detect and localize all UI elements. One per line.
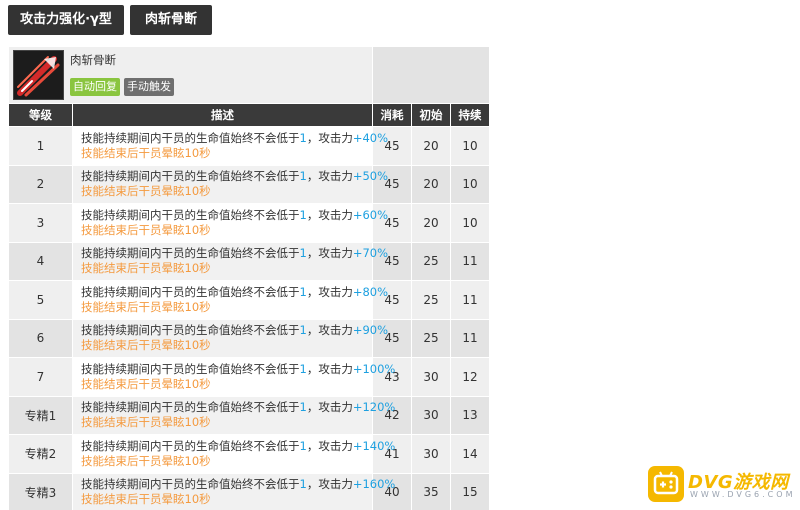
initial-cell: 20 [411,164,451,204]
col-initial: 初始 [411,103,451,127]
tab-attack-up-gamma[interactable]: 攻击力强化·γ型 [8,5,124,35]
initial-cell: 20 [411,203,451,243]
duration-cell: 13 [450,395,490,435]
gamepad-icon [648,466,684,502]
watermark: DVG游戏网 WWW.DVG6.COM [648,466,798,506]
initial-cell: 30 [411,395,451,435]
initial-cell: 25 [411,241,451,281]
level-cell: 专精3 [8,472,73,510]
table-row: 5 技能持续期间内干员的生命值始终不会低于1，攻击力+80% 技能结束后干员晕眩… [8,280,490,320]
table-row: 2 技能持续期间内干员的生命值始终不会低于1，攻击力+50% 技能结束后干员晕眩… [8,164,490,204]
description-cell: 技能持续期间内干员的生命值始终不会低于1，攻击力+40% 技能结束后干员晕眩10… [72,126,388,166]
initial-cell: 30 [411,434,451,474]
initial-cell: 35 [411,472,451,510]
skill-name: 肉斩骨断 [70,53,116,67]
initial-cell: 30 [411,357,451,397]
description-cell: 技能持续期间内干员的生命值始终不会低于1，攻击力+100% 技能结束后干员晕眩1… [72,357,395,397]
level-cell: 专精2 [8,434,73,474]
duration-cell: 10 [450,164,490,204]
description-cell: 技能持续期间内干员的生命值始终不会低于1，攻击力+60% 技能结束后干员晕眩10… [72,203,388,243]
duration-cell: 10 [450,126,490,166]
duration-cell: 15 [450,472,490,510]
page: 攻击力强化·γ型 肉斩骨断 肉斩骨断 自动回复 手动触发 等级 描述 消耗 初始… [0,0,800,510]
sword-slash-icon [13,50,64,100]
watermark-url: WWW.DVG6.COM [690,490,796,499]
level-cell: 专精1 [8,395,73,435]
initial-cell: 25 [411,280,451,320]
table-row: 7 技能持续期间内干员的生命值始终不会低于1，攻击力+100% 技能结束后干员晕… [8,357,490,397]
description-cell: 技能持续期间内干员的生命值始终不会低于1，攻击力+160% 技能结束后干员晕眩1… [72,472,395,510]
tab-skill-name[interactable]: 肉斩骨断 [130,5,212,35]
duration-cell: 10 [450,203,490,243]
level-cell: 6 [8,318,73,358]
column-header-row: 等级 描述 消耗 初始 持续 [8,103,490,127]
duration-cell: 11 [450,280,490,320]
skill-header-blank [372,46,490,104]
initial-cell: 25 [411,318,451,358]
table-row: 专精2 技能持续期间内干员的生命值始终不会低于1，攻击力+140% 技能结束后干… [8,434,490,474]
description-cell: 技能持续期间内干员的生命值始终不会低于1，攻击力+140% 技能结束后干员晕眩1… [72,434,395,474]
table-row: 1 技能持续期间内干员的生命值始终不会低于1，攻击力+40% 技能结束后干员晕眩… [8,126,490,166]
description-cell: 技能持续期间内干员的生命值始终不会低于1，攻击力+50% 技能结束后干员晕眩10… [72,164,388,204]
level-cell: 3 [8,203,73,243]
initial-cell: 20 [411,126,451,166]
level-cell: 5 [8,280,73,320]
level-cell: 4 [8,241,73,281]
col-cost: 消耗 [372,103,412,127]
auto-recovery-badge: 自动回复 [70,78,120,96]
table-row: 4 技能持续期间内干员的生命值始终不会低于1，攻击力+70% 技能结束后干员晕眩… [8,241,490,281]
col-description: 描述 [72,103,373,127]
tab-bar: 攻击力强化·γ型 肉斩骨断 [8,5,212,35]
duration-cell: 11 [450,241,490,281]
col-level: 等级 [8,103,73,127]
table-row: 专精1 技能持续期间内干员的生命值始终不会低于1，攻击力+120% 技能结束后干… [8,395,490,435]
table-row: 3 技能持续期间内干员的生命值始终不会低于1，攻击力+60% 技能结束后干员晕眩… [8,203,490,243]
description-cell: 技能持续期间内干员的生命值始终不会低于1，攻击力+80% 技能结束后干员晕眩10… [72,280,388,320]
duration-cell: 12 [450,357,490,397]
level-cell: 7 [8,357,73,397]
col-duration: 持续 [450,103,490,127]
level-cell: 1 [8,126,73,166]
table-row: 6 技能持续期间内干员的生命值始终不会低于1，攻击力+90% 技能结束后干员晕眩… [8,318,490,358]
description-cell: 技能持续期间内干员的生命值始终不会低于1，攻击力+120% 技能结束后干员晕眩1… [72,395,395,435]
table-row: 专精3 技能持续期间内干员的生命值始终不会低于1，攻击力+160% 技能结束后干… [8,472,490,510]
skill-header: 肉斩骨断 自动回复 手动触发 [8,46,373,104]
duration-cell: 11 [450,318,490,358]
skill-table: 肉斩骨断 自动回复 手动触发 等级 描述 消耗 初始 持续 1 技能持续期间内干 [8,46,490,510]
level-cell: 2 [8,164,73,204]
description-cell: 技能持续期间内干员的生命值始终不会低于1，攻击力+90% 技能结束后干员晕眩10… [72,318,388,358]
description-cell: 技能持续期间内干员的生命值始终不会低于1，攻击力+70% 技能结束后干员晕眩10… [72,241,388,281]
manual-trigger-badge: 手动触发 [124,78,174,96]
duration-cell: 14 [450,434,490,474]
